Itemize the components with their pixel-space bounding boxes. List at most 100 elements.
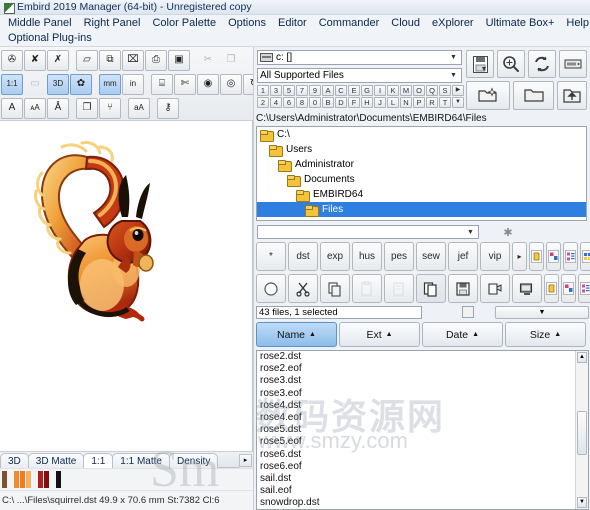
drive-keys-next-icon[interactable]: ▶ — [452, 85, 464, 96]
menu-item-optional-plug-ins[interactable]: Optional Plug-ins — [2, 31, 98, 46]
palette-swatch[interactable] — [50, 471, 55, 488]
format-hus-button[interactable]: hus — [352, 242, 382, 271]
font-size-button[interactable]: aA — [128, 97, 150, 119]
refresh-button[interactable] — [528, 50, 556, 78]
view-single-icon-button[interactable] — [529, 242, 544, 271]
drive-key-q[interactable]: Q — [426, 85, 438, 96]
scroll-up-icon[interactable]: ▲ — [577, 352, 587, 363]
menu-item-commander[interactable]: Commander — [313, 16, 386, 31]
hide-stitches-button[interactable]: ✘ — [24, 49, 46, 71]
actual-size-button[interactable]: 1:1 — [1, 73, 23, 95]
menu-item-ultimate-box[interactable]: Ultimate Box+ — [480, 16, 561, 31]
clipboard-button[interactable]: ❐ — [76, 97, 98, 119]
file-count-dropdown[interactable]: ▼ — [495, 306, 589, 319]
drive-key-b[interactable]: B — [322, 97, 334, 108]
select-all-checkbox[interactable] — [462, 306, 474, 318]
file-list-scrollbar[interactable]: ▲ ▼ — [575, 351, 588, 509]
drive-key-n[interactable]: N — [400, 97, 412, 108]
format-sew-button[interactable]: sew — [416, 242, 446, 271]
stitches-view-button[interactable]: ✇ — [1, 49, 23, 71]
drive-properties-button[interactable] — [559, 50, 587, 78]
file-list-item[interactable]: rose3.dst — [257, 375, 588, 387]
format-jef-button[interactable]: jef — [448, 242, 478, 271]
view2-small-icons-button[interactable] — [561, 274, 576, 303]
drive-key-4[interactable]: 4 — [270, 97, 282, 108]
drive-key-s[interactable]: S — [439, 85, 451, 96]
three-d-view-button[interactable]: 3D — [47, 73, 69, 95]
drive-key-0[interactable]: 0 — [309, 97, 321, 108]
tab-scroll-right-icon[interactable]: ▸ — [239, 454, 252, 467]
drive-key-8[interactable]: 8 — [296, 97, 308, 108]
realistic-view-button[interactable]: ✿ — [70, 73, 92, 95]
alphabet-button[interactable]: Å — [47, 97, 69, 119]
format-all-button[interactable]: * — [256, 242, 286, 271]
menu-item-right-panel[interactable]: Right Panel — [78, 16, 147, 31]
drive-key-i[interactable]: I — [374, 85, 386, 96]
properties-button[interactable]: ▣ — [168, 49, 190, 71]
format-vip-button[interactable]: vip — [480, 242, 510, 271]
file-list-item[interactable]: rose4.eof — [257, 412, 588, 424]
drive-key-1[interactable]: 1 — [257, 85, 269, 96]
drive-key-2[interactable]: 2 — [257, 97, 269, 108]
format-more-button[interactable]: ▸ — [512, 242, 527, 271]
view2-single-icon-button[interactable] — [544, 274, 559, 303]
font-tool-button[interactable]: ᴀA — [24, 97, 46, 119]
drive-key-h[interactable]: H — [361, 97, 373, 108]
view2-list-button[interactable] — [578, 274, 590, 303]
drive-key-l[interactable]: L — [387, 97, 399, 108]
parent-folder-button[interactable] — [557, 81, 587, 110]
menu-item-cloud[interactable]: Cloud — [385, 16, 426, 31]
drive-key-k[interactable]: K — [387, 85, 399, 96]
palette-swatch[interactable] — [32, 471, 37, 488]
drive-key-e[interactable]: E — [348, 85, 360, 96]
drive-key-t[interactable]: T — [439, 97, 451, 108]
rename-file-button[interactable] — [480, 274, 510, 303]
menu-item-explorer[interactable]: eXplorer — [426, 16, 480, 31]
view-tab-3d[interactable]: 3D — [0, 453, 29, 468]
drive-select[interactable]: c: [] ▼ — [257, 50, 462, 65]
drive-key-3[interactable]: 3 — [270, 85, 282, 96]
tree-node-files[interactable]: Files — [257, 202, 586, 217]
view-tab-3d-matte[interactable]: 3D Matte — [27, 453, 85, 468]
palette-swatch[interactable] — [8, 471, 13, 488]
drive-key-j[interactable]: J — [374, 97, 386, 108]
palette-swatch[interactable] — [26, 471, 31, 488]
file-list-item[interactable]: rose4.dst — [257, 400, 588, 412]
millimeter-grid-button[interactable]: mm — [99, 73, 121, 95]
folder-tree[interactable]: C:\ Users Administrator Documents EMBIRD64 Fi… — [256, 126, 587, 221]
new-folder-button[interactable] — [466, 81, 510, 110]
tree-node-administrator[interactable]: Administrator — [257, 157, 586, 172]
drive-key-o[interactable]: O — [413, 85, 425, 96]
color-palette-bar[interactable] — [0, 468, 253, 490]
export-button[interactable]: ⧉ — [99, 49, 121, 71]
delete-button[interactable]: ⌧ — [122, 49, 144, 71]
tree-node-embird64[interactable]: EMBIRD64 — [257, 187, 586, 202]
format-pes-button[interactable]: pes — [384, 242, 414, 271]
file-list-item[interactable]: sail.dst — [257, 473, 588, 485]
tree-node-users[interactable]: Users — [257, 142, 586, 157]
menu-item-editor[interactable]: Editor — [272, 16, 313, 31]
drive-keys-more-icon[interactable]: ▼ — [452, 97, 464, 108]
format-exp-button[interactable]: exp — [320, 242, 350, 271]
drive-key-7[interactable]: 7 — [296, 85, 308, 96]
palette-swatch[interactable] — [38, 471, 43, 488]
text-tool-button[interactable]: A — [1, 97, 23, 119]
view-tab-1-1-matte[interactable]: 1:1 Matte — [112, 453, 170, 468]
file-list-item[interactable]: rose3.eof — [257, 388, 588, 400]
drive-key-d[interactable]: D — [335, 97, 347, 108]
menu-item-help[interactable]: Help — [560, 16, 590, 31]
sort-by-ext-button[interactable]: Ext ▲ — [339, 322, 420, 347]
tree-view-button[interactable]: ⑂ — [99, 97, 121, 119]
drive-key-9[interactable]: 9 — [309, 85, 321, 96]
drive-key-r[interactable]: R — [426, 97, 438, 108]
design-canvas[interactable] — [0, 121, 253, 451]
duplicate-file-button[interactable] — [416, 274, 446, 303]
copy-file-button[interactable] — [320, 274, 350, 303]
palette-swatch[interactable] — [20, 471, 25, 488]
menu-item-middle-panel[interactable]: Middle Panel — [2, 16, 78, 31]
file-list-item[interactable]: sail.eof — [257, 485, 588, 497]
file-list-item[interactable]: rose5.eof — [257, 436, 588, 448]
save-file-button[interactable] — [448, 274, 478, 303]
menu-item-color-palette[interactable]: Color Palette — [146, 16, 222, 31]
palette-swatch[interactable] — [56, 471, 61, 488]
